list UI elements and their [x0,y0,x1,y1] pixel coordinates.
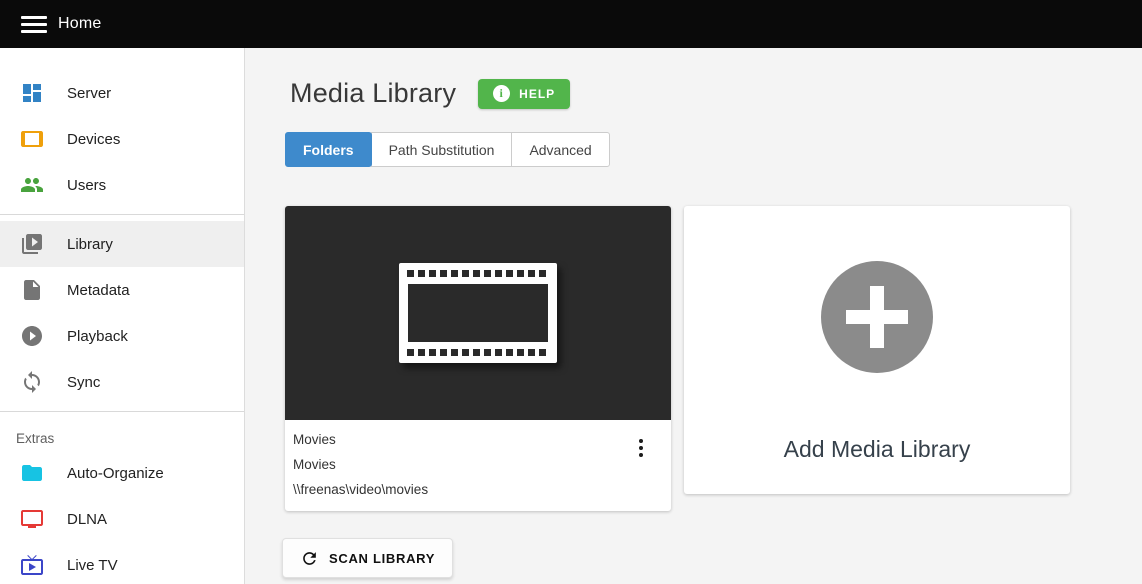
tab-advanced[interactable]: Advanced [511,132,610,167]
app-window: Home Server Devices Users Library Metada… [0,0,1142,584]
sidebar-item-users[interactable]: Users [0,162,244,208]
scan-library-label: SCAN LIBRARY [329,550,436,566]
tab-path-substitution[interactable]: Path Substitution [370,132,513,167]
tv-icon [20,507,44,531]
tablet-icon [20,127,44,151]
add-media-library-card[interactable]: Add Media Library [684,206,1070,494]
refresh-icon [300,549,319,568]
users-icon [20,173,44,197]
sidebar-item-playback[interactable]: Playback [0,313,244,359]
sidebar-item-library[interactable]: Library [0,221,244,267]
tab-folders[interactable]: Folders [285,132,372,167]
tab-bar: Folders Path Substitution Advanced [285,132,1142,167]
sidebar-item-sync[interactable]: Sync [0,359,244,405]
hamburger-menu-icon[interactable] [12,6,56,42]
sidebar: Server Devices Users Library Metadata Pl… [0,48,245,584]
video-library-icon [20,232,44,256]
sync-icon [20,370,44,394]
folder-icon [20,461,44,485]
scan-library-button[interactable]: SCAN LIBRARY [282,538,454,578]
sidebar-item-label: Users [67,176,107,194]
sidebar-item-devices[interactable]: Devices [0,116,244,162]
sidebar-item-label: Playback [67,327,128,345]
sidebar-item-label: DLNA [67,510,108,528]
sidebar-item-label: Sync [67,373,101,391]
sidebar-item-label: Library [67,235,113,253]
main-content: Media Library HELP Folders Path Substitu… [245,48,1142,584]
film-strip-icon [399,263,557,363]
help-button-label: HELP [519,86,556,101]
sidebar-item-dlna[interactable]: DLNA [0,496,244,542]
library-name: Movies [293,432,336,447]
library-card-thumbnail [285,206,671,420]
page-title: Media Library [290,78,457,108]
sidebar-item-label: Metadata [67,281,130,299]
sidebar-item-label: Devices [67,130,121,148]
file-icon [20,278,44,302]
sidebar-divider [0,411,244,412]
sidebar-section-extras: Extras [16,431,55,446]
top-app-bar: Home [0,0,1142,48]
library-content-type: Movies [293,457,336,472]
library-card-footer: Movies Movies \\freenas\video\movies [285,420,671,511]
sidebar-item-metadata[interactable]: Metadata [0,267,244,313]
sidebar-item-label: Live TV [67,556,118,574]
sidebar-item-server[interactable]: Server [0,70,244,116]
sidebar-item-label: Server [67,84,112,102]
topbar-title: Home [58,15,102,32]
live-tv-icon [20,553,44,577]
plus-circle-icon [821,261,933,373]
sidebar-item-live-tv[interactable]: Live TV [0,542,244,584]
add-media-library-label: Add Media Library [783,436,971,462]
help-button[interactable]: HELP [478,78,571,109]
library-card-movies[interactable]: Movies Movies \\freenas\video\movies [285,206,671,511]
library-path: \\freenas\video\movies [293,482,429,497]
vertical-dots-icon[interactable] [630,435,652,461]
play-circle-icon [20,324,44,348]
sidebar-divider [0,214,244,215]
info-icon [493,85,511,102]
sidebar-item-auto-organize[interactable]: Auto-Organize [0,450,244,496]
sidebar-item-label: Auto-Organize [67,464,164,482]
dashboard-icon [20,81,44,105]
